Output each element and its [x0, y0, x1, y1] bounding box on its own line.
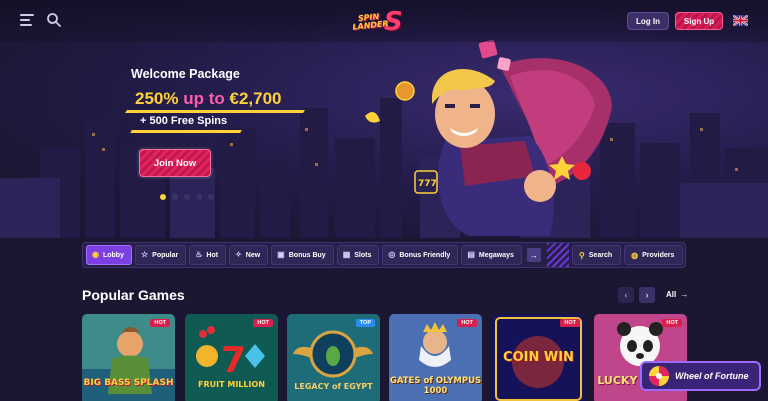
gift-icon: ▣ [277, 250, 285, 259]
star-icon: ☆ [140, 250, 149, 259]
game-title: COIN WIN [503, 350, 574, 365]
tab-label: Hot [206, 251, 219, 259]
bonus-percent: 250% [135, 89, 179, 108]
free-spins-underline [130, 130, 242, 133]
login-button[interactable]: Log In [627, 12, 669, 30]
flame-icon: ♨ [195, 250, 203, 259]
section-title: Popular Games [82, 287, 185, 303]
nav-divider [546, 243, 569, 267]
game-tag: HOT [150, 319, 170, 327]
site-logo[interactable]: SPIN LANDER S [352, 7, 416, 37]
hamburger-menu-icon[interactable] [20, 14, 34, 26]
game-tag: HOT [560, 319, 580, 327]
search-button[interactable]: ⚲ Search [571, 245, 622, 265]
tab-label: Bonus Friendly [399, 251, 451, 259]
providers-button[interactable]: ◍ Providers [624, 245, 684, 265]
game-title: GATES of OLYMPUS 1000 [389, 376, 482, 396]
svg-text:777: 777 [418, 179, 437, 189]
game-tag: TOP [355, 319, 375, 327]
slots-icon: ▦ [342, 250, 351, 259]
logo-wordmark: SPIN LANDER [351, 12, 389, 32]
superhero-illustration: 777 [365, 39, 612, 236]
game-tag: HOT [253, 319, 273, 327]
welcome-heading: Welcome Package [131, 67, 240, 81]
sparkle-icon: ✧ [235, 250, 242, 259]
slider-dot-1[interactable] [160, 194, 166, 200]
nav-scroll-right-icon[interactable]: → [526, 248, 541, 262]
bonus-up-to: up to [183, 89, 225, 108]
wheel-of-fortune-widget[interactable]: Wheel of Fortune [640, 361, 761, 391]
fortune-wheel-icon [649, 366, 669, 386]
game-card-coin-win[interactable]: HOT COIN WIN [492, 314, 585, 401]
tab-slots[interactable]: ▦ Slots [336, 245, 380, 265]
game-tag: HOT [457, 319, 477, 327]
tab-new[interactable]: ✧ New [229, 245, 269, 265]
bonus-amount: 250% up to €2,700 [135, 89, 282, 109]
tab-label: Bonus Buy [288, 251, 326, 259]
slider-dot-5[interactable] [208, 194, 214, 200]
tab-bonus-friendly[interactable]: ◎ Bonus Friendly [382, 245, 459, 265]
game-card-big-bass-splash[interactable]: HOT BIG BASS SPLASH [82, 314, 175, 401]
free-spins-text: + 500 Free Spins [140, 115, 228, 127]
slider-dot-3[interactable] [184, 194, 190, 200]
chevron-right-icon[interactable]: › [639, 287, 655, 303]
search-icon[interactable] [46, 12, 62, 28]
wheel-label: Wheel of Fortune [675, 371, 749, 381]
top-header: SPIN LANDER S Log In Sign Up [0, 0, 768, 42]
uk-flag-icon[interactable] [733, 15, 748, 26]
bonus-value: €2,700 [229, 89, 282, 108]
game-title: BIG BASS SPLASH [83, 378, 174, 388]
search-small-icon: ⚲ [578, 250, 585, 260]
tab-megaways[interactable]: ▤ Megaways [461, 245, 522, 265]
category-nav: ◉ Lobby ☆ Popular ♨ Hot ✧ New ▣ Bonus Bu… [82, 242, 686, 268]
arrow-right-icon: → [680, 290, 689, 299]
slider-dot-2[interactable] [172, 194, 178, 200]
game-card-fruit-million[interactable]: 7 HOT FRUIT MILLION [185, 314, 278, 401]
tab-hot[interactable]: ♨ Hot [189, 245, 227, 265]
join-now-button[interactable]: Join Now [139, 149, 211, 177]
tab-label: Lobby [102, 251, 124, 259]
tab-bonus-buy[interactable]: ▣ Bonus Buy [271, 245, 334, 265]
tab-label: Popular [152, 251, 179, 259]
game-title: LEGACY of EGYPT [294, 382, 373, 391]
game-tag: HOT [662, 319, 682, 327]
tab-popular[interactable]: ☆ Popular [134, 245, 187, 265]
game-card-gates-of-olympus[interactable]: HOT GATES of OLYMPUS 1000 [389, 314, 482, 401]
chevron-left-icon[interactable]: ‹ [618, 287, 634, 303]
all-games-link[interactable]: All → [666, 290, 688, 299]
game-title: FRUIT MILLION [198, 380, 265, 389]
slider-dot-4[interactable] [196, 194, 202, 200]
tab-label: New [245, 251, 261, 259]
lobby-icon: ◉ [92, 250, 99, 259]
providers-icon: ◍ [631, 250, 639, 260]
tab-label: Megaways [478, 251, 514, 259]
bonus-icon: ◎ [388, 250, 396, 259]
bonus-underline [125, 110, 305, 113]
logo-bottom-text: LANDER [351, 18, 389, 32]
slider-dots [160, 194, 214, 200]
search-label: Search [588, 251, 613, 259]
signup-button[interactable]: Sign Up [675, 12, 723, 30]
megaways-icon: ▤ [467, 250, 475, 259]
svg-text:7: 7 [221, 340, 246, 381]
all-label: All [666, 290, 677, 299]
game-card-legacy-of-egypt[interactable]: TOP LEGACY of EGYPT [287, 314, 380, 401]
tab-lobby[interactable]: ◉ Lobby [86, 245, 132, 265]
tab-label: Slots [354, 251, 372, 259]
providers-label: Providers [642, 251, 675, 259]
